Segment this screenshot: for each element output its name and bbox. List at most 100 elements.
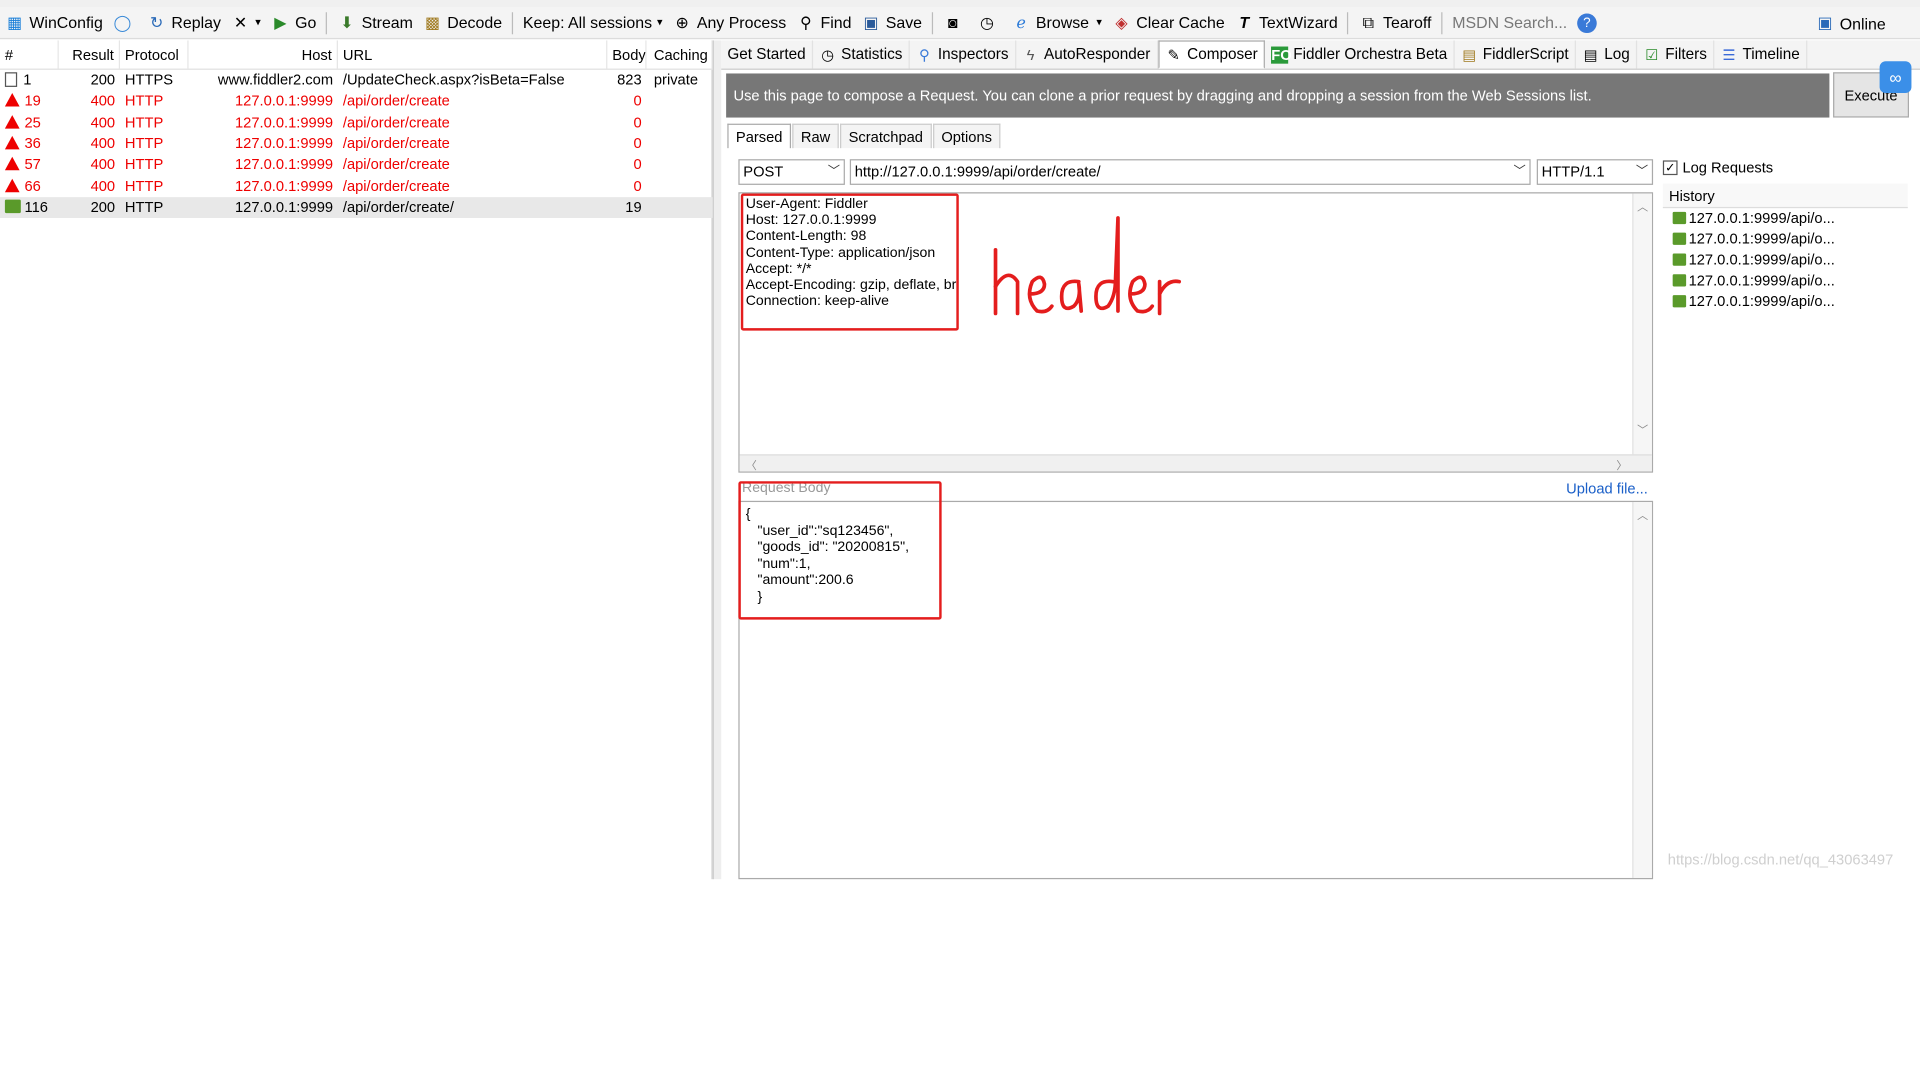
tab-fiddler-orchestra[interactable]: FO Fiddler Orchestra Beta — [1265, 40, 1455, 69]
http-version-select[interactable]: HTTP/1.1 ﹀ — [1536, 159, 1654, 185]
cell-text: 0 — [633, 176, 642, 195]
log-icon: ▤ — [1583, 45, 1598, 64]
cell-text: 0 — [633, 134, 642, 152]
cell-protocol: HTTP — [120, 112, 189, 133]
textwizard-button[interactable]: T TextWizard — [1230, 9, 1343, 36]
handwritten-header-annotation — [993, 216, 1182, 316]
find-button[interactable]: ⚲ Find — [791, 9, 856, 36]
col-result[interactable]: Result — [59, 40, 121, 69]
tab-statistics[interactable]: ◷ Statistics — [813, 40, 910, 69]
tab-filters[interactable]: ☑ Filters — [1637, 40, 1715, 69]
help-button[interactable]: ? — [1572, 9, 1606, 36]
inspector-tabs: Get Started ◷ Statistics ⚲ Inspectors ϟ Aut… — [721, 40, 1920, 70]
cell-caching — [649, 112, 713, 133]
table-row[interactable]: 66 400 HTTP 127.0.0.1:9999/api/order/create… — [0, 176, 713, 197]
cell-caching — [649, 197, 713, 218]
cell-url: /UpdateCheck.aspx?isBeta=False — [338, 70, 607, 91]
body-highlight-box — [738, 481, 942, 620]
cell-text: HTTP — [124, 198, 164, 216]
tab-composer[interactable]: ✎ Composer — [1157, 40, 1266, 69]
fo-icon: FO — [1271, 45, 1292, 64]
table-row[interactable]: 1 200 HTTPS www.fiddler2.com/UpdateCheck.as… — [0, 70, 713, 91]
body-vscroll[interactable]: ︿ — [1632, 502, 1652, 878]
clear-cache-button[interactable]: ◈ Clear Cache — [1107, 9, 1230, 36]
keep-sessions-dropdown[interactable]: Keep: All sessions ▾ — [518, 9, 667, 36]
cloud-icon[interactable]: ∞ — [1879, 61, 1912, 94]
history-item[interactable]: 127.0.0.1:9999/api/o... — [1663, 208, 1842, 229]
cell-result: 200 — [59, 70, 120, 91]
tearoff-icon: ⧉ — [1362, 12, 1375, 32]
cell-text: HTTP — [124, 155, 164, 173]
web-sessions-list[interactable]: # Result Protocol Host URL Body Caching … — [0, 40, 713, 880]
tearoff-button[interactable]: ⧉ Tearoff — [1354, 9, 1437, 36]
method-select[interactable]: POST ﹀ — [738, 159, 845, 185]
tab-get-started[interactable]: Get Started — [721, 40, 813, 69]
table-row[interactable]: 25 400 HTTP 127.0.0.1:9999/api/order/create… — [0, 112, 713, 133]
table-row[interactable]: 19 400 HTTP 127.0.0.1:9999/api/order/create… — [0, 91, 713, 112]
cell-num: 57 — [0, 155, 59, 176]
tab-autoresponder[interactable]: ϟ AutoResponder — [1016, 40, 1158, 69]
msdn-search-input[interactable]: MSDN Search... — [1447, 9, 1572, 36]
any-process-button[interactable]: ⊕ Any Process — [667, 9, 791, 36]
cell-text: 25 — [24, 113, 41, 131]
go-button[interactable]: ▶ Go — [266, 9, 322, 36]
history-item[interactable]: 127.0.0.1:9999/api/o... — [1663, 250, 1842, 271]
timeline-icon: ☰ — [1722, 45, 1736, 64]
subtab-options[interactable]: Options — [932, 123, 1001, 149]
cell-body: 0 — [607, 176, 646, 197]
history-item[interactable]: 127.0.0.1:9999/api/o... — [1663, 291, 1842, 312]
upload-file-link[interactable]: Upload file... — [1566, 480, 1648, 497]
online-status[interactable]: ▣ Online — [1810, 10, 1890, 37]
cell-body: 0 — [607, 112, 646, 133]
scroll-up-icon[interactable]: ︿ — [1637, 507, 1648, 523]
cell-result: 400 — [59, 91, 120, 112]
cell-num: 36 — [0, 133, 59, 154]
scroll-down-icon[interactable]: ﹀ — [1637, 421, 1648, 437]
cell-url: /api/order/create — [338, 155, 607, 176]
headers-vscroll[interactable]: ︿ ﹀ — [1632, 193, 1652, 457]
tab-fiddlerscript[interactable]: ▤ FiddlerScript — [1455, 40, 1577, 69]
table-row[interactable]: 36 400 HTTP 127.0.0.1:9999/api/order/create… — [0, 133, 713, 154]
decode-button[interactable]: ▩ Decode — [418, 9, 507, 36]
history-item[interactable]: 127.0.0.1:9999/api/o... — [1663, 271, 1842, 292]
log-requests-checkbox[interactable]: ✓ Log Requests — [1662, 159, 1773, 176]
table-row[interactable]: 57 400 HTTP 127.0.0.1:9999/api/order/create… — [0, 155, 713, 176]
subtab-parsed[interactable]: Parsed — [727, 123, 792, 149]
tab-log[interactable]: ▤ Log — [1576, 40, 1638, 69]
chevron-down-icon: ﹀ — [827, 165, 841, 179]
cell-result: 400 — [59, 155, 120, 176]
cell-body: 823 — [607, 70, 646, 91]
request-arrow-icon — [1672, 211, 1687, 225]
history-item[interactable]: 127.0.0.1:9999/api/o... — [1663, 229, 1842, 250]
compose-icon: ✎ — [1167, 45, 1180, 64]
col-protocol[interactable]: Protocol — [120, 40, 189, 69]
replay-button[interactable]: ↻ Replay — [142, 9, 226, 36]
decode-icon: ▩ — [424, 12, 441, 32]
browse-button[interactable]: ℯ Browse ▾ — [1007, 9, 1107, 36]
subtab-scratchpad[interactable]: Scratchpad — [840, 123, 932, 149]
table-row[interactable]: 116 200 HTTP 127.0.0.1:9999/api/order/creat… — [0, 196, 713, 218]
headers-hscroll[interactable]: 〈 〉 — [739, 454, 1652, 473]
cell-text: www.fiddler2.com — [217, 71, 334, 89]
col-url[interactable]: URL — [338, 40, 608, 69]
scroll-left-icon[interactable]: 〈 — [746, 457, 757, 473]
scroll-up-icon[interactable]: ︿ — [1637, 198, 1648, 214]
col-body[interactable]: Body — [607, 40, 647, 69]
tab-timeline[interactable]: ☰ Timeline — [1714, 40, 1808, 69]
comment-button[interactable]: ◯ — [108, 9, 142, 36]
scroll-right-icon[interactable]: 〉 — [1616, 457, 1627, 473]
tab-inspectors[interactable]: ⚲ Inspectors — [910, 40, 1016, 69]
winconfig-button[interactable]: ▦ WinConfig — [0, 9, 108, 36]
save-button[interactable]: ▣ Save — [856, 9, 927, 36]
remove-button[interactable]: ✕ ▾ — [226, 9, 266, 36]
col-caching[interactable]: Caching — [649, 40, 713, 69]
stream-button[interactable]: ⬇ Stream — [332, 9, 418, 36]
col-host[interactable]: Host — [189, 40, 338, 69]
pane-splitter[interactable] — [712, 40, 722, 880]
screenshot-button[interactable]: ◙ — [938, 9, 972, 36]
subtab-raw[interactable]: Raw — [792, 123, 839, 149]
timer-button[interactable]: ◷ — [972, 9, 1006, 36]
url-input[interactable]: http://127.0.0.1:9999/api/order/create/﹀ — [849, 159, 1531, 185]
col-num[interactable]: # — [0, 40, 59, 69]
cell-text: 400 — [90, 134, 116, 152]
